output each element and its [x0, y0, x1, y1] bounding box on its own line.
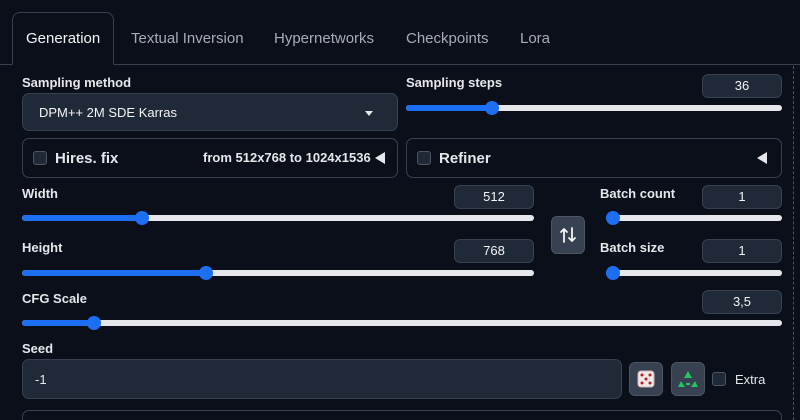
batch-count-slider-thumb[interactable] — [606, 211, 620, 225]
sampling-steps-label: Sampling steps — [406, 75, 503, 90]
height-slider-thumb[interactable] — [199, 266, 214, 280]
tab-hypernetworks[interactable]: Hypernetworks — [262, 14, 386, 64]
dice-icon — [637, 370, 655, 388]
tab-divider — [0, 64, 800, 65]
height-slider[interactable] — [22, 266, 534, 280]
batch-count-slider[interactable] — [606, 211, 782, 225]
width-label: Width — [22, 186, 58, 201]
tab-bar: Generation Textual Inversion Hypernetwor… — [0, 0, 800, 65]
height-slider-fill — [22, 270, 207, 276]
height-label: Height — [22, 240, 63, 255]
seed-extra-checkbox[interactable] — [712, 372, 726, 386]
triangle-left-icon[interactable] — [757, 152, 767, 164]
swap-dimensions-button[interactable] — [551, 216, 585, 254]
sampling-steps-input[interactable]: 36 — [702, 74, 782, 98]
batch-size-label: Batch size — [600, 240, 665, 255]
seed-value: -1 — [35, 372, 47, 387]
seed-input[interactable]: -1 — [22, 359, 622, 399]
triangle-left-icon[interactable] — [375, 152, 385, 164]
sampling-method-value: DPM++ 2M SDE Karras — [39, 105, 177, 120]
tab-lora[interactable]: Lora — [508, 14, 562, 64]
batch-count-input[interactable]: 1 — [702, 185, 782, 209]
reuse-seed-button[interactable] — [671, 362, 705, 396]
tab-checkpoints[interactable]: Checkpoints — [394, 14, 501, 64]
width-slider-fill — [22, 215, 143, 221]
sampling-steps-slider-thumb[interactable] — [485, 101, 500, 115]
refiner-label: Refiner — [439, 150, 491, 167]
batch-size-input[interactable]: 1 — [702, 239, 782, 263]
hires-fix-checkbox[interactable] — [33, 151, 47, 165]
sampling-steps-slider-fill — [406, 105, 493, 111]
cfg-scale-slider[interactable] — [22, 316, 782, 330]
refiner-accordion[interactable]: Refiner — [406, 138, 782, 178]
cfg-scale-label: CFG Scale — [22, 291, 88, 306]
panel-resize-divider — [793, 66, 794, 420]
sampling-steps-slider[interactable] — [406, 101, 782, 115]
hires-fix-accordion[interactable]: Hires. fix from 512x768 to 1024x1536 — [22, 138, 398, 178]
refiner-checkbox[interactable] — [417, 151, 431, 165]
batch-size-slider-thumb[interactable] — [606, 266, 620, 280]
swap-arrows-icon — [560, 227, 576, 243]
next-section-box — [22, 410, 782, 420]
height-input[interactable]: 768 — [454, 239, 534, 263]
hires-fix-summary: from 512x768 to 1024x1536 — [203, 150, 371, 165]
random-seed-button[interactable] — [629, 362, 663, 396]
cfg-scale-slider-fill — [22, 320, 95, 326]
seed-label: Seed — [22, 341, 54, 356]
tab-textual-inversion[interactable]: Textual Inversion — [119, 14, 256, 64]
cfg-scale-input[interactable]: 3,5 — [702, 290, 782, 314]
batch-count-label: Batch count — [600, 186, 676, 201]
hires-fix-label: Hires. fix — [55, 150, 119, 167]
tab-generation[interactable]: Generation — [12, 12, 115, 65]
width-slider-thumb[interactable] — [135, 211, 150, 225]
recycle-icon — [678, 371, 698, 387]
caret-down-icon — [365, 111, 373, 116]
cfg-scale-slider-thumb[interactable] — [87, 316, 102, 330]
batch-size-slider[interactable] — [606, 266, 782, 280]
sampling-method-dropdown[interactable]: DPM++ 2M SDE Karras — [22, 93, 398, 131]
width-input[interactable]: 512 — [454, 185, 534, 209]
width-slider[interactable] — [22, 211, 534, 225]
sampling-method-label: Sampling method — [22, 75, 132, 90]
seed-extra-label: Extra — [735, 372, 766, 387]
